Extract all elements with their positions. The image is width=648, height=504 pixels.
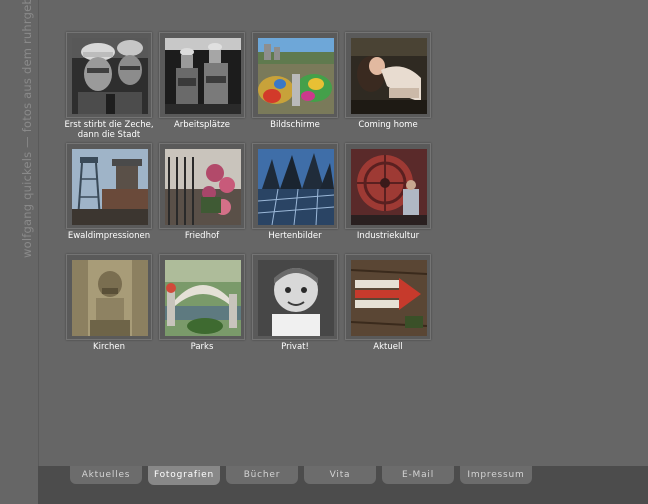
child-portrait-photo[interactable] xyxy=(258,260,334,336)
cemetery-flowers-photo[interactable] xyxy=(165,149,241,225)
thumbnail-frame xyxy=(66,254,152,340)
gallery-caption[interactable]: Hertenbilder xyxy=(242,231,348,241)
gallery-caption[interactable]: Privat! xyxy=(242,342,348,352)
tab-email[interactable]: E-Mail xyxy=(382,466,454,484)
thumbnail-frame xyxy=(345,254,431,340)
gallery-caption[interactable]: Industriekultur xyxy=(335,231,441,241)
bottom-navigation: Aktuelles Fotografien Bücher Vita E-Mail… xyxy=(38,466,648,504)
thumbnail-frame xyxy=(345,32,431,118)
gallery-caption[interactable]: Arbeitsplätze xyxy=(149,120,255,130)
gallery-caption[interactable]: Kirchen xyxy=(56,342,162,352)
wheel-machine-photo[interactable] xyxy=(351,149,427,225)
gallery-caption[interactable]: Erst stirbt die Zeche, dann die Stadt xyxy=(56,120,162,140)
gallery-caption[interactable]: Aktuell xyxy=(335,342,441,352)
thumbnail-frame xyxy=(252,254,338,340)
site-title: wolfgang quickels — fotos aus dem ruhrge… xyxy=(20,0,34,258)
gallery-caption[interactable]: Friedhof xyxy=(149,231,255,241)
thumbnail-frame xyxy=(159,143,245,229)
woman-photo[interactable] xyxy=(351,38,427,114)
tab-aktuelles[interactable]: Aktuelles xyxy=(70,466,142,484)
tab-impressum[interactable]: Impressum xyxy=(460,466,532,484)
tab-vita[interactable]: Vita xyxy=(304,466,376,484)
thumbnail-frame xyxy=(66,143,152,229)
gallery-caption[interactable]: Parks xyxy=(149,342,255,352)
tab-fotografien[interactable]: Fotografien xyxy=(148,466,220,485)
photo-gallery: Erst stirbt die Zeche, dann die Stadt Ar… xyxy=(64,32,446,362)
thumbnail-frame xyxy=(66,32,152,118)
gallery-caption[interactable]: Bildschirme xyxy=(242,120,348,130)
glass-structure-photo[interactable] xyxy=(258,149,334,225)
stone-sculpture-photo[interactable] xyxy=(72,260,148,336)
workers-photo[interactable] xyxy=(165,38,241,114)
gallery-caption[interactable]: Ewaldimpressionen xyxy=(56,231,162,241)
headframe-photo[interactable] xyxy=(72,149,148,225)
thumbnail-frame xyxy=(252,32,338,118)
miners-photo[interactable] xyxy=(72,38,148,114)
gallery-caption[interactable]: Coming home xyxy=(335,120,441,130)
thumbnail-frame xyxy=(159,254,245,340)
tab-buecher[interactable]: Bücher xyxy=(226,466,298,484)
thumbnail-frame xyxy=(345,143,431,229)
thumbnail-frame xyxy=(159,32,245,118)
arrow-tree-photo[interactable] xyxy=(351,260,427,336)
thumbnail-frame xyxy=(252,143,338,229)
sidebar: wolfgang quickels — fotos aus dem ruhrge… xyxy=(0,0,39,504)
park-bridge-photo[interactable] xyxy=(165,260,241,336)
art-landscape-photo[interactable] xyxy=(258,38,334,114)
